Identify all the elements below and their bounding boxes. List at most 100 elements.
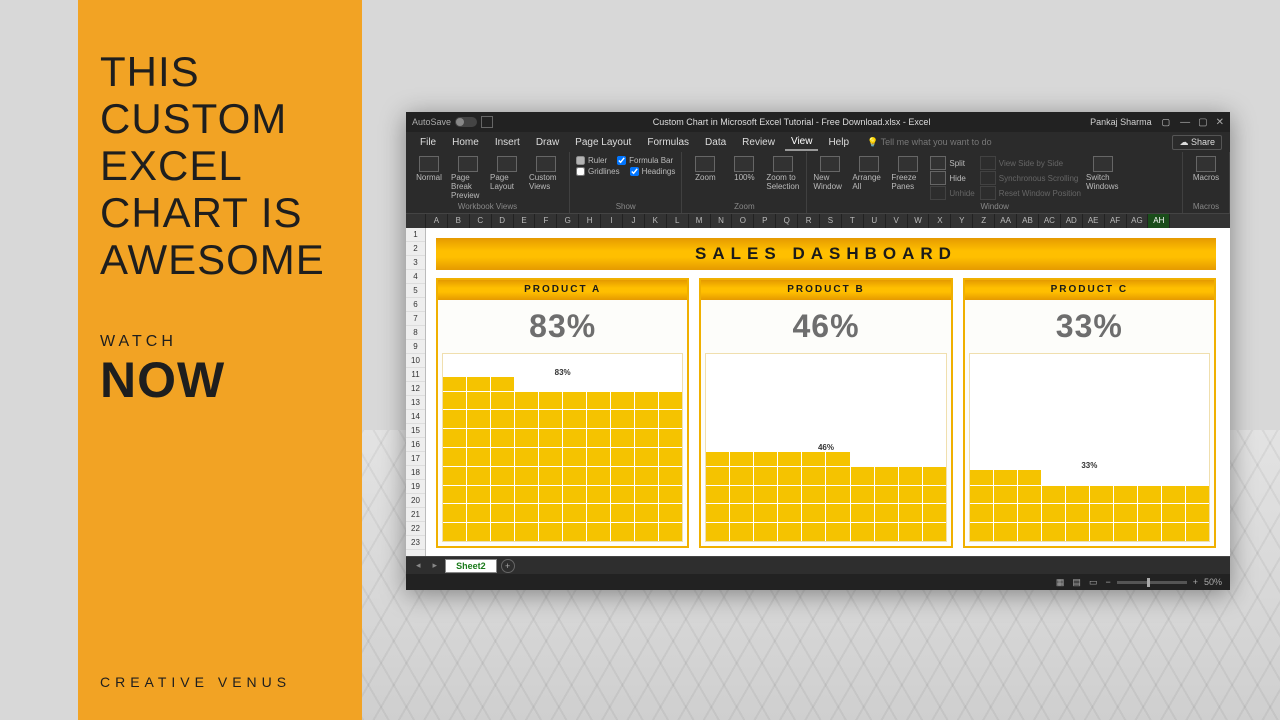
- row-10[interactable]: 10: [406, 354, 425, 368]
- autosave-toggle[interactable]: AutoSave: [412, 116, 493, 128]
- row-7[interactable]: 7: [406, 312, 425, 326]
- row-8[interactable]: 8: [406, 326, 425, 340]
- col-V[interactable]: V: [886, 214, 908, 228]
- col-J[interactable]: J: [623, 214, 645, 228]
- 100--button[interactable]: 100%: [727, 156, 761, 182]
- col-N[interactable]: N: [711, 214, 733, 228]
- row-1[interactable]: 1: [406, 228, 425, 242]
- col-Z[interactable]: Z: [973, 214, 995, 228]
- col-AH[interactable]: AH: [1148, 214, 1170, 228]
- freeze-panes-button[interactable]: Freeze Panes: [891, 156, 925, 191]
- toggle-switch-icon[interactable]: [455, 117, 477, 127]
- minimize-icon[interactable]: —: [1180, 117, 1190, 128]
- sheet-nav-next-icon[interactable]: ▸: [429, 560, 442, 571]
- col-X[interactable]: X: [929, 214, 951, 228]
- col-AA[interactable]: AA: [995, 214, 1017, 228]
- save-icon[interactable]: [481, 116, 493, 128]
- close-icon[interactable]: ✕: [1216, 117, 1224, 128]
- row-4[interactable]: 4: [406, 270, 425, 284]
- ruler-checkbox[interactable]: Ruler: [576, 156, 607, 165]
- col-I[interactable]: I: [601, 214, 623, 228]
- row-9[interactable]: 9: [406, 340, 425, 354]
- row-headers[interactable]: 1234567891011121314151617181920212223: [406, 228, 426, 556]
- view-layout-icon[interactable]: ▤: [1072, 577, 1081, 588]
- col-AD[interactable]: AD: [1061, 214, 1083, 228]
- zoom-out-icon[interactable]: −: [1105, 577, 1110, 587]
- col-C[interactable]: C: [470, 214, 492, 228]
- row-17[interactable]: 17: [406, 452, 425, 466]
- split-button[interactable]: Split: [930, 156, 974, 170]
- row-16[interactable]: 16: [406, 438, 425, 452]
- tab-data[interactable]: Data: [699, 135, 732, 150]
- row-23[interactable]: 23: [406, 536, 425, 550]
- col-L[interactable]: L: [667, 214, 689, 228]
- tab-help[interactable]: Help: [822, 135, 855, 150]
- tab-draw[interactable]: Draw: [530, 135, 565, 150]
- col-K[interactable]: K: [645, 214, 667, 228]
- add-sheet-button[interactable]: +: [501, 559, 515, 573]
- col-U[interactable]: U: [864, 214, 886, 228]
- row-20[interactable]: 20: [406, 494, 425, 508]
- col-P[interactable]: P: [754, 214, 776, 228]
- view-break-icon[interactable]: ▭: [1089, 577, 1098, 588]
- headings-checkbox[interactable]: Headings: [630, 167, 676, 176]
- tab-view[interactable]: View: [785, 134, 819, 151]
- col-AE[interactable]: AE: [1083, 214, 1105, 228]
- tab-page-layout[interactable]: Page Layout: [569, 135, 637, 150]
- tab-formulas[interactable]: Formulas: [641, 135, 695, 150]
- tab-review[interactable]: Review: [736, 135, 781, 150]
- zoom-in-icon[interactable]: +: [1193, 577, 1198, 587]
- row-11[interactable]: 11: [406, 368, 425, 382]
- ribbon-options-icon[interactable]: ▢: [1162, 117, 1171, 128]
- switch-windows-button[interactable]: Switch Windows: [1086, 156, 1120, 191]
- tell-me-search[interactable]: 💡 Tell me what you want to do: [859, 135, 1168, 150]
- col-M[interactable]: M: [689, 214, 711, 228]
- sheet-tab[interactable]: Sheet2: [445, 559, 497, 573]
- formula-bar-checkbox[interactable]: Formula Bar: [617, 156, 673, 165]
- new-window-button[interactable]: New Window: [813, 156, 847, 191]
- row-21[interactable]: 21: [406, 508, 425, 522]
- col-Q[interactable]: Q: [776, 214, 798, 228]
- col-H[interactable]: H: [579, 214, 601, 228]
- view-normal-icon[interactable]: ▦: [1056, 577, 1065, 588]
- row-12[interactable]: 12: [406, 382, 425, 396]
- custom-views-button[interactable]: Custom Views: [529, 156, 563, 191]
- col-O[interactable]: O: [732, 214, 754, 228]
- col-AG[interactable]: AG: [1127, 214, 1149, 228]
- page-break-preview-button[interactable]: Page Break Preview: [451, 156, 485, 200]
- worksheet-area[interactable]: 1234567891011121314151617181920212223 SA…: [406, 228, 1230, 556]
- column-headers[interactable]: ABCDEFGHIJKLMNOPQRSTUVWXYZAAABACADAEAFAG…: [406, 214, 1230, 228]
- row-6[interactable]: 6: [406, 298, 425, 312]
- normal-button[interactable]: Normal: [412, 156, 446, 182]
- hide-button[interactable]: Hide: [930, 171, 974, 185]
- col-B[interactable]: B: [448, 214, 470, 228]
- col-AB[interactable]: AB: [1017, 214, 1039, 228]
- row-19[interactable]: 19: [406, 480, 425, 494]
- col-E[interactable]: E: [514, 214, 536, 228]
- user-name[interactable]: Pankaj Sharma: [1090, 117, 1152, 127]
- col-R[interactable]: R: [798, 214, 820, 228]
- row-3[interactable]: 3: [406, 256, 425, 270]
- row-5[interactable]: 5: [406, 284, 425, 298]
- macros-button[interactable]: Macros: [1189, 156, 1223, 182]
- zoom-slider[interactable]: − + 50%: [1105, 577, 1222, 587]
- row-15[interactable]: 15: [406, 424, 425, 438]
- tab-file[interactable]: File: [414, 135, 442, 150]
- tab-home[interactable]: Home: [446, 135, 485, 150]
- col-D[interactable]: D: [492, 214, 514, 228]
- sheet-nav-prev-icon[interactable]: ◂: [412, 560, 425, 571]
- row-2[interactable]: 2: [406, 242, 425, 256]
- zoom-button[interactable]: Zoom: [688, 156, 722, 182]
- tab-insert[interactable]: Insert: [489, 135, 526, 150]
- maximize-icon[interactable]: ▢: [1198, 117, 1207, 128]
- row-22[interactable]: 22: [406, 522, 425, 536]
- zoom-to-selection-button[interactable]: Zoom to Selection: [766, 156, 800, 191]
- share-button[interactable]: ☁ Share: [1172, 135, 1222, 150]
- arrange-all-button[interactable]: Arrange All: [852, 156, 886, 191]
- col-Y[interactable]: Y: [951, 214, 973, 228]
- col-AC[interactable]: AC: [1039, 214, 1061, 228]
- col-T[interactable]: T: [842, 214, 864, 228]
- col-F[interactable]: F: [535, 214, 557, 228]
- col-S[interactable]: S: [820, 214, 842, 228]
- col-G[interactable]: G: [557, 214, 579, 228]
